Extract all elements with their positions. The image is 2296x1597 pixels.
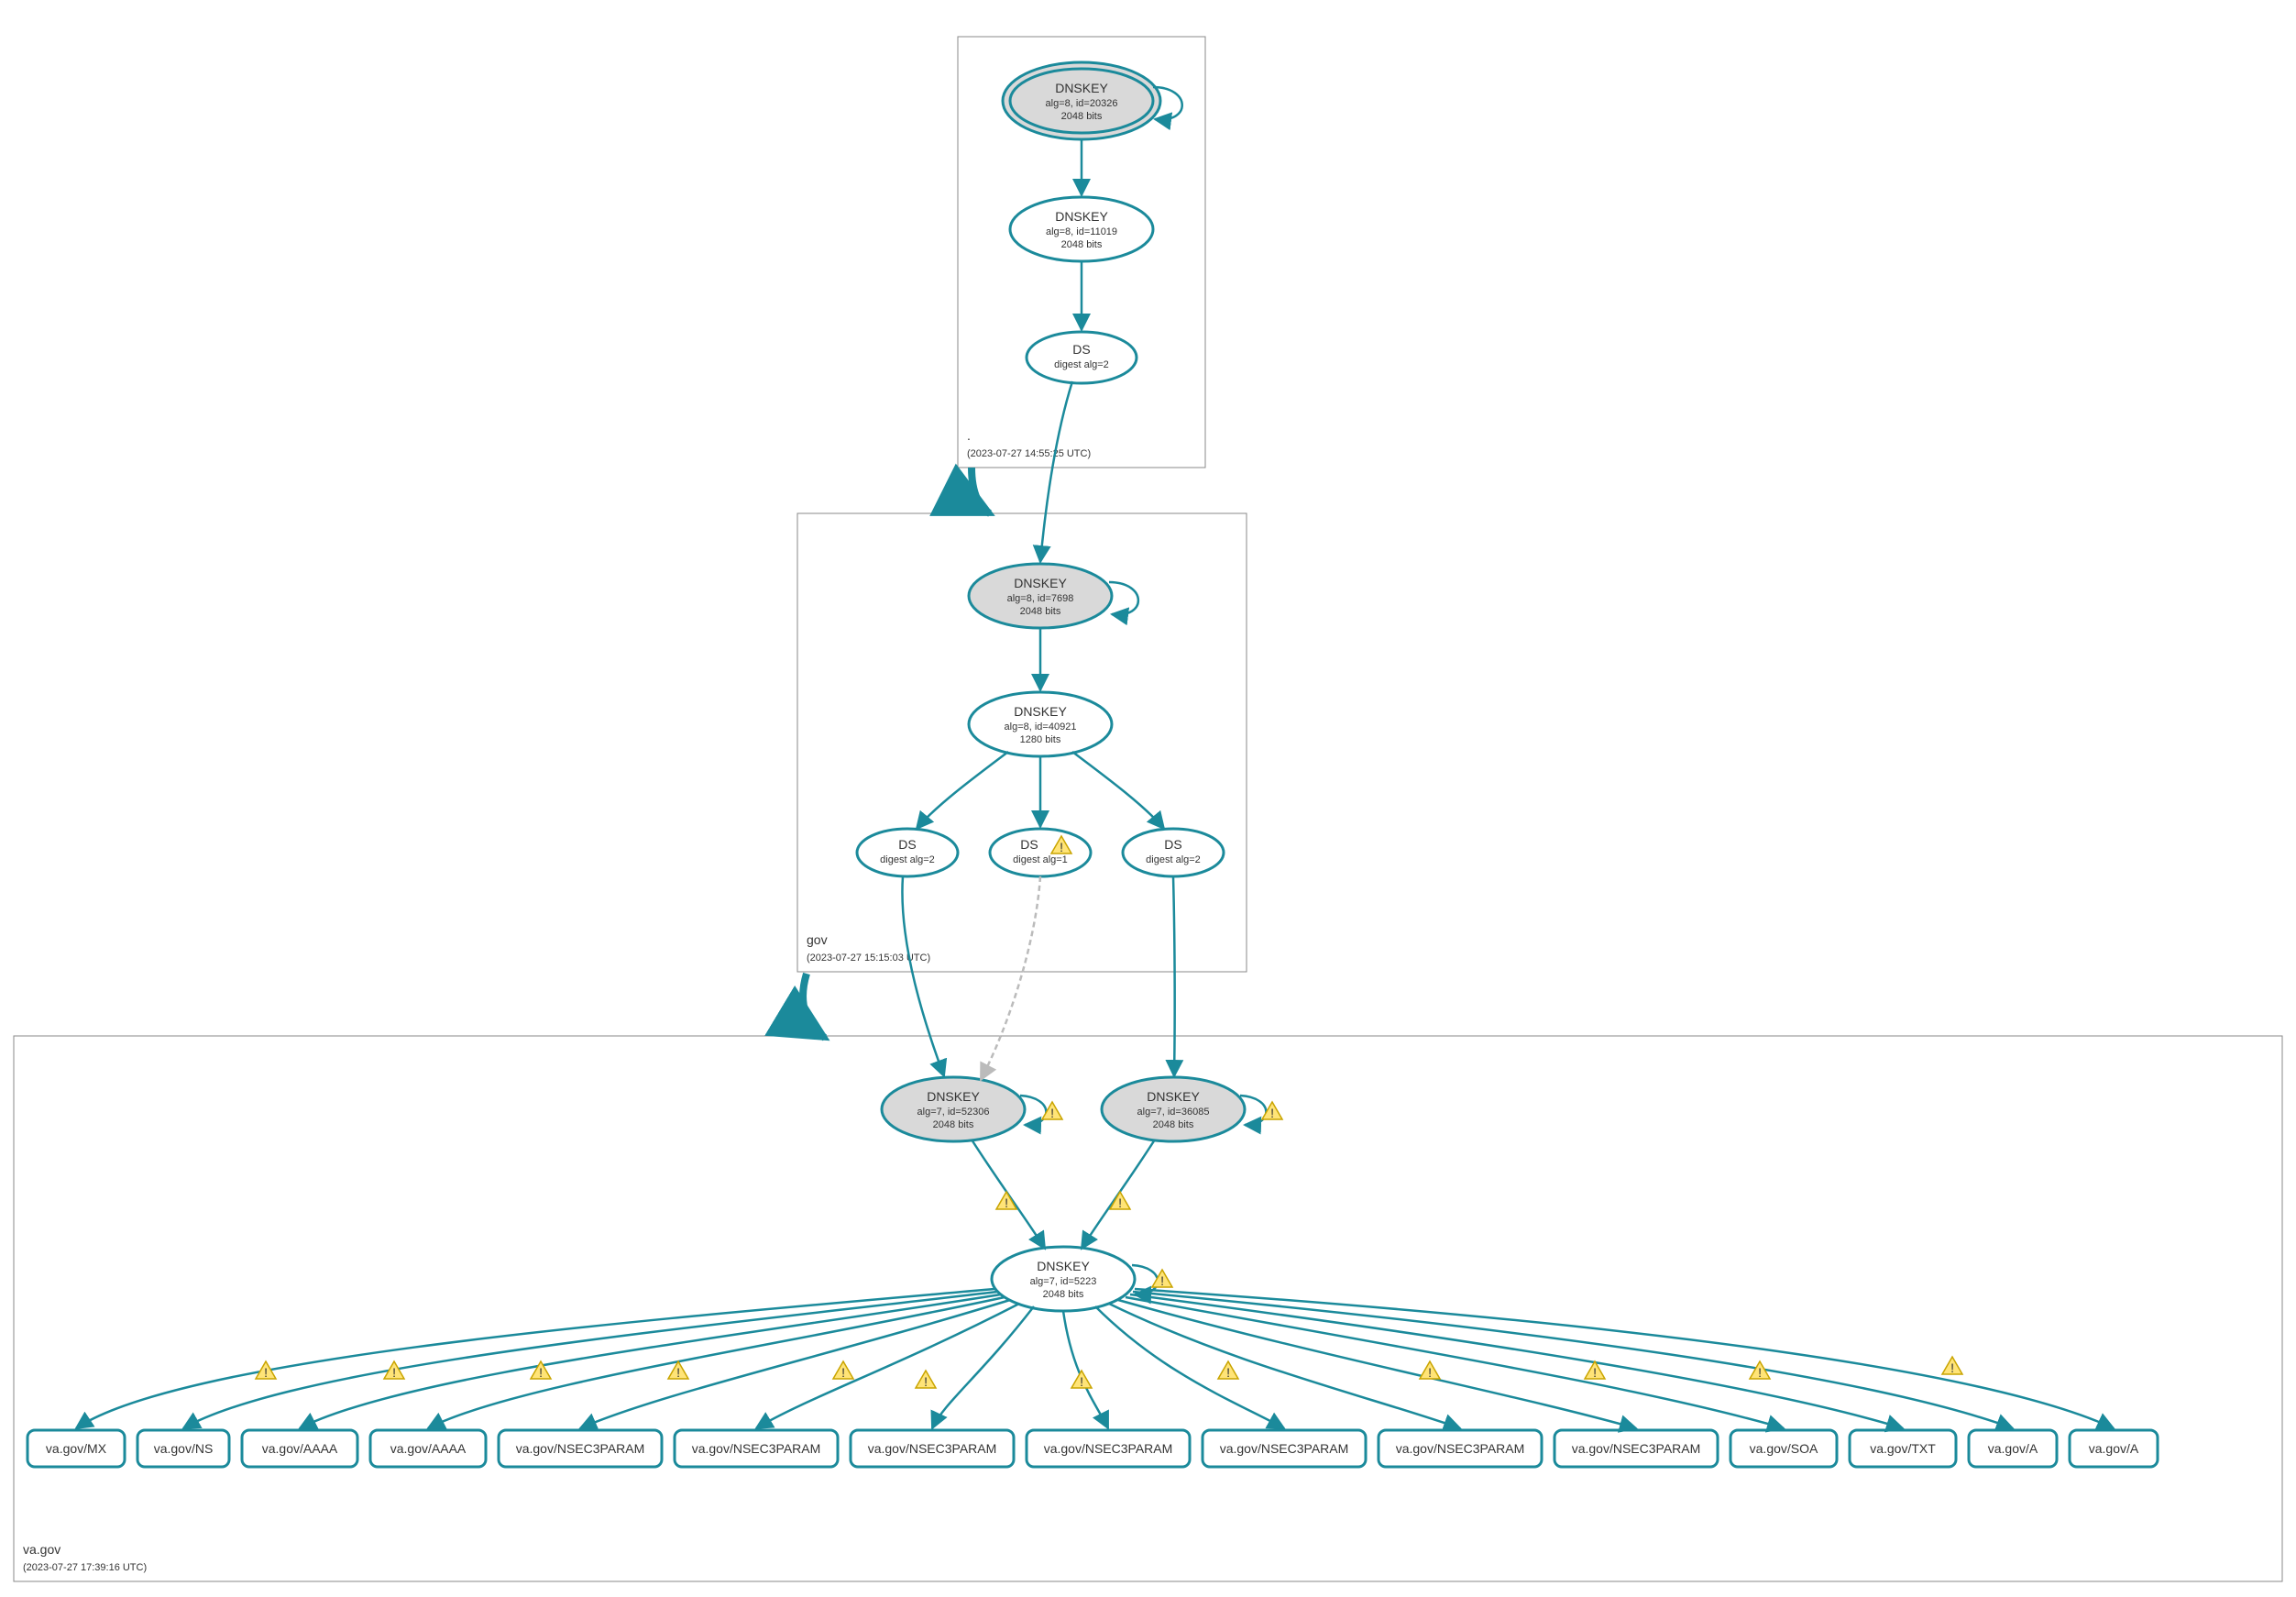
zone-vagov-label: va.gov <box>23 1542 60 1557</box>
svg-text:va.gov/NSEC3PARAM: va.gov/NSEC3PARAM <box>868 1441 997 1456</box>
svg-text:2048 bits: 2048 bits <box>1153 1119 1194 1130</box>
zone-arrow-root-gov <box>972 468 990 513</box>
zsk-to-rr-edges <box>76 1289 2114 1428</box>
dnssec-diagram: ! . (2023-07-27 14:55:25 UTC) DNSKEY alg… <box>0 0 2296 1597</box>
svg-text:alg=8, id=40921: alg=8, id=40921 <box>1005 721 1077 732</box>
zone-root-timestamp: (2023-07-27 14:55:25 UTC) <box>967 448 1091 459</box>
svg-text:va.gov/NS: va.gov/NS <box>154 1441 214 1456</box>
svg-text:va.gov/NSEC3PARAM: va.gov/NSEC3PARAM <box>1572 1441 1701 1456</box>
svg-text:2048 bits: 2048 bits <box>1061 111 1103 122</box>
svg-text:2048 bits: 2048 bits <box>1061 239 1103 250</box>
svg-text:va.gov/A: va.gov/A <box>1988 1441 2038 1456</box>
node-gov-ds2 <box>990 829 1091 876</box>
rrset-row: va.gov/MX va.gov/NS va.gov/AAAA va.gov/A… <box>27 1430 2158 1467</box>
svg-text:va.gov/TXT: va.gov/TXT <box>1870 1441 1936 1456</box>
svg-text:digest alg=2: digest alg=2 <box>880 854 935 865</box>
svg-text:alg=8, id=11019: alg=8, id=11019 <box>1046 226 1117 237</box>
self-loop-gov-ksk <box>1109 582 1138 614</box>
svg-text:digest alg=1: digest alg=1 <box>1013 854 1068 865</box>
svg-text:DS: DS <box>898 837 916 852</box>
svg-text:digest alg=2: digest alg=2 <box>1146 854 1201 865</box>
svg-text:digest alg=2: digest alg=2 <box>1054 359 1109 370</box>
svg-text:alg=7, id=5223: alg=7, id=5223 <box>1030 1276 1097 1287</box>
svg-text:DS: DS <box>1020 837 1038 852</box>
svg-text:va.gov/SOA: va.gov/SOA <box>1750 1441 1818 1456</box>
zone-arrow-gov-vagov <box>803 974 825 1038</box>
svg-text:alg=8, id=7698: alg=8, id=7698 <box>1007 593 1074 604</box>
svg-text:va.gov/AAAA: va.gov/AAAA <box>262 1441 338 1456</box>
svg-text:DS: DS <box>1072 342 1090 357</box>
svg-text:DNSKEY: DNSKEY <box>1055 209 1108 224</box>
warn-icon <box>1152 1270 1172 1288</box>
node-gov-ds1 <box>857 829 958 876</box>
svg-text:va.gov/NSEC3PARAM: va.gov/NSEC3PARAM <box>692 1441 821 1456</box>
svg-text:alg=7, id=52306: alg=7, id=52306 <box>917 1107 990 1118</box>
svg-text:alg=7, id=36085: alg=7, id=36085 <box>1137 1107 1210 1118</box>
svg-text:2048 bits: 2048 bits <box>1043 1289 1084 1300</box>
rr-warn-icons <box>256 1357 1962 1389</box>
svg-text:1280 bits: 1280 bits <box>1020 734 1061 745</box>
svg-text:2048 bits: 2048 bits <box>1020 606 1061 617</box>
edge-rootds-govksk <box>1040 381 1072 562</box>
zone-vagov-timestamp: (2023-07-27 17:39:16 UTC) <box>23 1562 147 1573</box>
svg-text:alg=8, id=20326: alg=8, id=20326 <box>1046 98 1118 109</box>
svg-text:DNSKEY: DNSKEY <box>1014 704 1067 719</box>
svg-text:va.gov/NSEC3PARAM: va.gov/NSEC3PARAM <box>1220 1441 1349 1456</box>
svg-text:va.gov/NSEC3PARAM: va.gov/NSEC3PARAM <box>1396 1441 1525 1456</box>
svg-text:va.gov/NSEC3PARAM: va.gov/NSEC3PARAM <box>1044 1441 1173 1456</box>
svg-text:va.gov/AAAA: va.gov/AAAA <box>390 1441 467 1456</box>
svg-text:va.gov/MX: va.gov/MX <box>46 1441 107 1456</box>
zone-root-label: . <box>967 428 971 443</box>
node-root-ds <box>1027 332 1137 383</box>
svg-text:2048 bits: 2048 bits <box>933 1119 974 1130</box>
zone-gov-timestamp: (2023-07-27 15:15:03 UTC) <box>807 953 930 964</box>
root-ksk-title: DNSKEY <box>1055 81 1108 95</box>
svg-text:va.gov/A: va.gov/A <box>2089 1441 2139 1456</box>
svg-text:DS: DS <box>1164 837 1181 852</box>
svg-text:va.gov/NSEC3PARAM: va.gov/NSEC3PARAM <box>516 1441 645 1456</box>
svg-text:DNSKEY: DNSKEY <box>1147 1089 1200 1104</box>
node-gov-ds3 <box>1123 829 1224 876</box>
svg-text:DNSKEY: DNSKEY <box>927 1089 980 1104</box>
svg-text:DNSKEY: DNSKEY <box>1014 576 1067 590</box>
zone-gov-label: gov <box>807 932 828 947</box>
svg-text:DNSKEY: DNSKEY <box>1037 1259 1090 1273</box>
